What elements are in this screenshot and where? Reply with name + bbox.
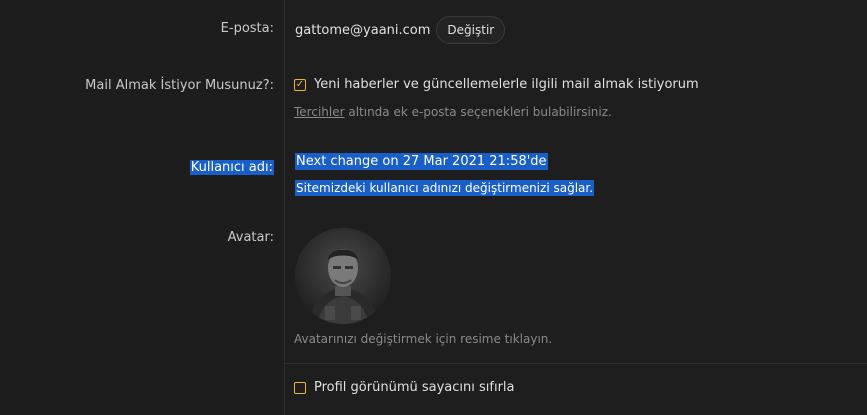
- soldier-portrait-icon: [295, 228, 391, 324]
- username-label: Kullanıcı adı:: [189, 160, 274, 175]
- mail-opt-text: Yeni haberler ve güncellemelerle ilgili …: [314, 77, 699, 92]
- avatar-image[interactable]: [295, 228, 391, 324]
- profile-reset-checkbox-row[interactable]: Profil görünümü sayacını sıfırla: [294, 380, 515, 395]
- avatar-hint: Avatarınızı değiştirmek için resime tıkl…: [294, 332, 553, 346]
- mail-opt-checkbox-row[interactable]: ✓ Yeni haberler ve güncellemelerle ilgil…: [294, 77, 699, 92]
- checkbox-unchecked-icon[interactable]: [294, 381, 306, 394]
- preferences-hint: Tercihler altında ek e-posta seçenekleri…: [294, 105, 612, 119]
- preferences-link[interactable]: Tercihler: [294, 105, 345, 119]
- email-label: E-posta:: [220, 21, 274, 36]
- email-value: gattome@yaani.com: [295, 22, 431, 38]
- labels-column: [0, 0, 285, 415]
- checkbox-checked-icon[interactable]: ✓: [294, 78, 306, 91]
- preferences-hint-text: altında ek e-posta seçenekleri bulabilir…: [344, 105, 612, 119]
- profile-reset-text: Profil görünümü sayacını sıfırla: [314, 380, 515, 395]
- email-row: gattome@yaani.com Değiştir: [295, 16, 506, 44]
- avatar-label: Avatar:: [227, 230, 274, 245]
- username-next-change: Next change on 27 Mar 2021 21:58'de: [295, 153, 548, 170]
- section-divider: [285, 363, 867, 364]
- username-description: Sitemizdeki kullanıcı adınızı değiştirme…: [295, 180, 595, 196]
- change-email-button[interactable]: Değiştir: [436, 16, 506, 44]
- mail-opt-label: Mail Almak İstiyor Musunuz?:: [85, 78, 274, 93]
- fields-column: [285, 0, 867, 415]
